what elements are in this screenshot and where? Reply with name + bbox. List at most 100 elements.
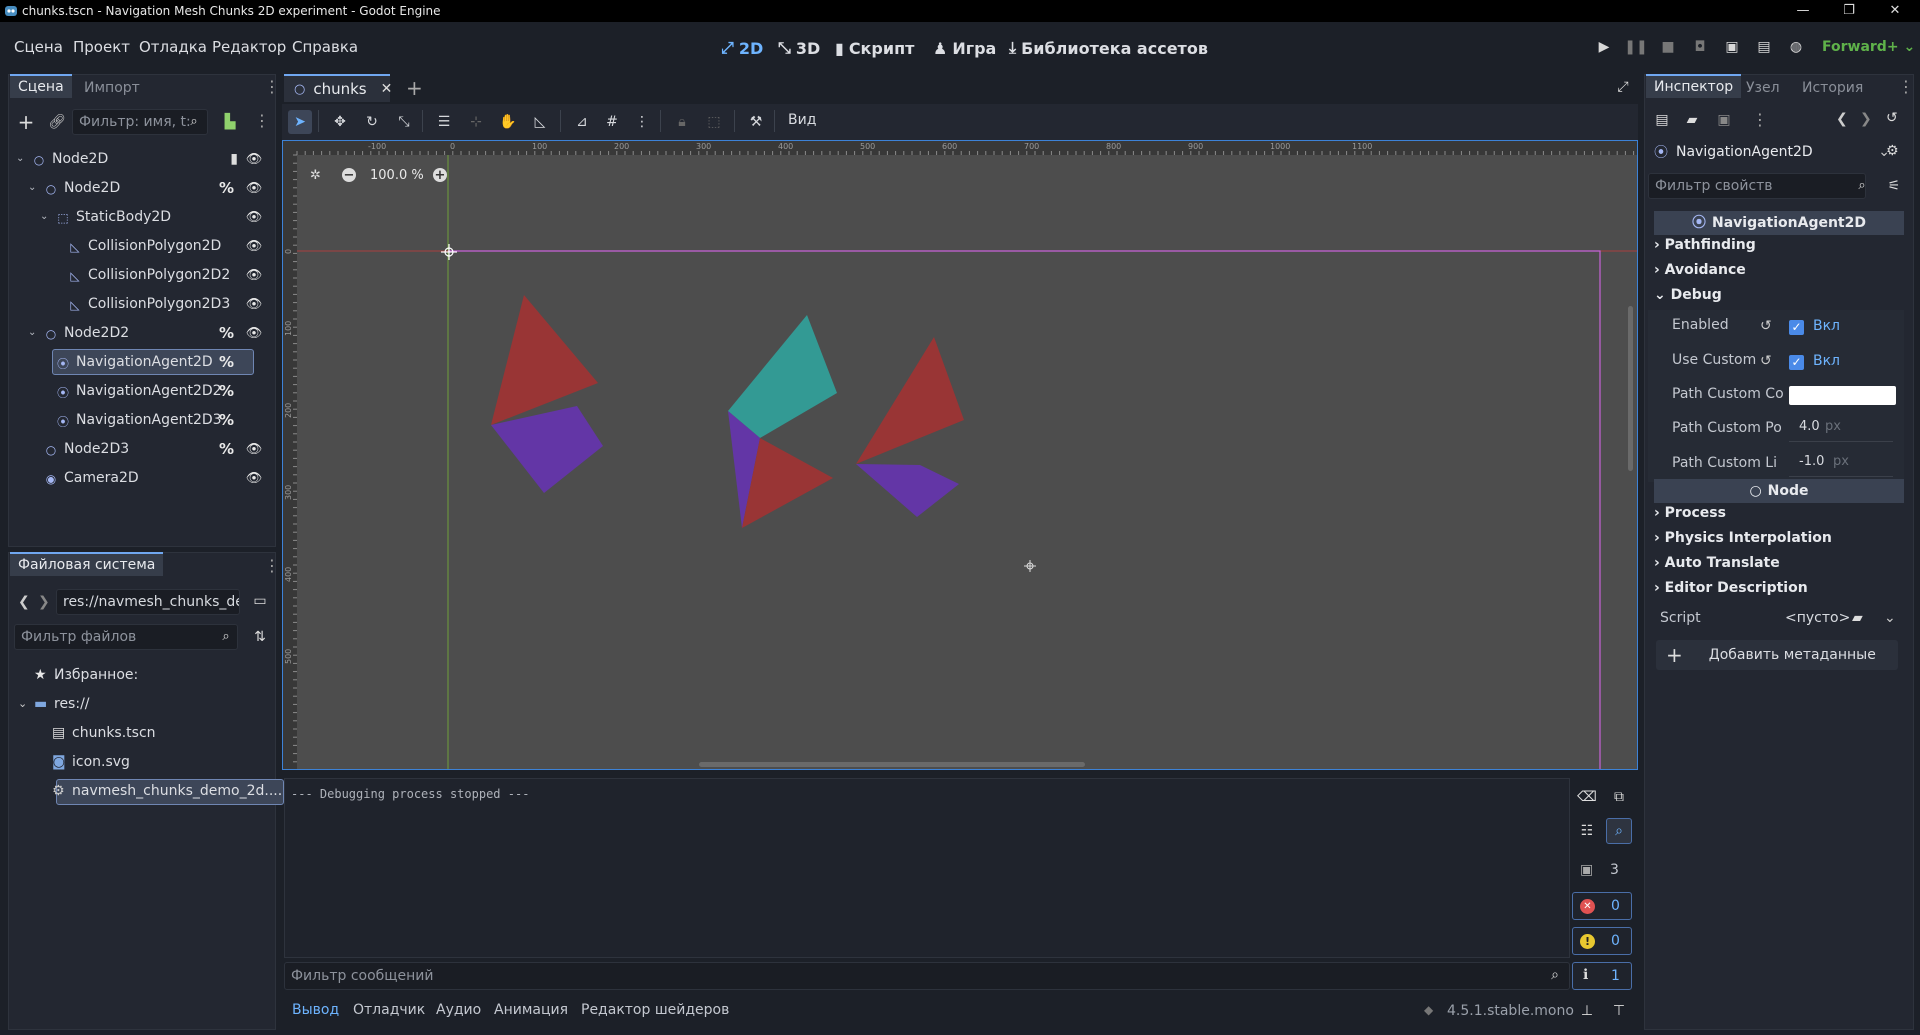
renderer-select[interactable]: Forward+ ⌄ <box>1822 39 1915 55</box>
menu-help[interactable]: Справка <box>292 38 358 56</box>
section-physics-interpolation[interactable]: › Physics Interpolation <box>1654 530 1900 552</box>
clear-output-button[interactable]: ⌫ <box>1576 786 1598 808</box>
add-node-button[interactable]: + <box>14 110 38 134</box>
bottom-tab-animation[interactable]: Анимация <box>494 1002 568 1018</box>
list-select-button[interactable]: ☰ <box>432 110 456 134</box>
path-color-swatch[interactable] <box>1789 386 1896 405</box>
section-avoidance[interactable]: › Avoidance <box>1654 262 1900 284</box>
tree-row[interactable]: ◺ CollisionPolygon2D2 👁︎ <box>8 261 274 290</box>
play-scene-button[interactable]: ▣ <box>1721 36 1743 58</box>
tab-import[interactable]: Импорт <box>76 76 148 100</box>
pivot-button[interactable]: ⊹ <box>464 110 488 134</box>
revert-icon[interactable]: ↺ <box>1760 318 1772 334</box>
tab-scene[interactable]: Сцена <box>10 74 72 98</box>
history-forward-icon[interactable]: ❯ <box>1860 111 1872 127</box>
tree-row[interactable]: ⦿ NavigationAgent2D2% <box>8 377 274 406</box>
file-row[interactable]: ◙ icon.svg <box>14 749 270 777</box>
smart-snap-button[interactable]: ⊿ <box>570 110 594 134</box>
pause-button[interactable]: ❚❚ <box>1624 36 1647 58</box>
inspector-extra-menu-icon[interactable]: ⋮ <box>1752 111 1768 129</box>
path-point-size-field[interactable]: 4.0 px <box>1789 414 1893 442</box>
workspace-game-tab[interactable]: ♟ Игра <box>933 36 996 60</box>
chevron-down-icon[interactable]: ⌄ <box>28 182 38 193</box>
file-row[interactable]: ★ Избранное: <box>14 662 270 690</box>
scale-mode-button[interactable]: ⤡ <box>392 110 416 134</box>
version-label[interactable]: 4.5.1.stable.mono <box>1447 1003 1574 1019</box>
tree-row[interactable]: ⦿ NavigationAgent2D3% <box>8 406 274 435</box>
filesystem-dock-menu-icon[interactable]: ⋮ <box>264 557 280 575</box>
tree-row[interactable]: ⦿ NavigationAgent2D% <box>8 348 274 377</box>
load-resource-button[interactable]: ▰ <box>1682 110 1702 130</box>
stop-button[interactable]: ■ <box>1657 36 1679 58</box>
path-field[interactable]: res://navmesh_chunks_de <box>56 589 240 615</box>
section-debug[interactable]: ⌄ Debug <box>1654 287 1900 309</box>
scene-dock-menu-icon[interactable]: ⋮ <box>264 78 280 96</box>
menu-debug[interactable]: Отладка <box>139 38 207 56</box>
workspace-3d-tab[interactable]: ⤡ 3D <box>778 36 820 60</box>
minimize-button[interactable]: — <box>1780 0 1826 22</box>
chevron-down-icon[interactable]: ⌄ <box>40 211 50 222</box>
eye-icon[interactable]: 👁︎ <box>246 268 263 283</box>
eye-icon[interactable]: 👁︎ <box>246 152 263 167</box>
tree-row[interactable]: ⌄ ○ Node2D2% 👁︎ <box>8 319 274 348</box>
bottom-tab-shader-editor[interactable]: Редактор шейдеров <box>581 1002 729 1018</box>
file-filter-input[interactable]: Фильтр файлов <box>14 624 238 650</box>
section-auto-translate[interactable]: › Auto Translate <box>1654 555 1900 577</box>
message-filter-input[interactable]: Фильтр сообщений <box>284 962 1570 990</box>
property-filter-input[interactable]: Фильтр свойств <box>1648 173 1866 199</box>
show-search-button[interactable]: ⌕ <box>1606 818 1632 844</box>
menu-editor[interactable]: Редактор <box>212 38 286 56</box>
eye-icon[interactable]: 👁︎ <box>246 210 263 225</box>
center-view-icon[interactable]: ✲ <box>310 168 321 183</box>
eye-icon[interactable]: 👁︎ <box>246 181 263 196</box>
tab-filesystem[interactable]: Файловая система <box>10 552 164 576</box>
movie-maker-button[interactable]: ◍ <box>1785 36 1807 58</box>
eye-icon[interactable]: 👁︎ <box>246 471 263 486</box>
sort-button[interactable]: ⇅ <box>250 627 270 647</box>
section-editor-description[interactable]: › Editor Description <box>1654 580 1900 602</box>
copy-output-button[interactable]: ⧉ <box>1608 786 1630 808</box>
section-process[interactable]: › Process <box>1654 505 1900 527</box>
eye-icon[interactable]: 👁︎ <box>246 297 263 312</box>
tree-row[interactable]: ⌄ ○ Node2D ▮ 👁︎ <box>8 145 274 174</box>
view-menu[interactable]: Вид <box>788 112 816 128</box>
path-line-width-field[interactable]: -1.0 px <box>1789 449 1893 477</box>
tree-row[interactable]: ◉ Camera2D 👁︎ <box>8 464 274 493</box>
workspace-script-tab[interactable]: ▮ Скрипт <box>835 36 914 60</box>
tree-row[interactable]: ○ Node2D3% 👁︎ <box>8 435 274 464</box>
group-button[interactable]: ⬚ <box>702 110 726 134</box>
tab-node[interactable]: Узел <box>1738 76 1788 100</box>
collapse-duplicates-button[interactable]: ☷ <box>1576 820 1598 842</box>
filter-info-button[interactable]: ℹ 1 <box>1572 962 1632 990</box>
instance-scene-button[interactable]: 🔗︎ <box>46 111 68 133</box>
scene-tab-chunks[interactable]: ○ chunks ✕ <box>284 74 392 102</box>
new-scene-tab-button[interactable]: + <box>406 76 423 100</box>
eye-icon[interactable]: 👁︎ <box>246 239 263 254</box>
snap-options-button[interactable]: ⋮ <box>630 110 654 134</box>
grid-snap-button[interactable]: # <box>600 110 624 134</box>
bottom-tab-audio[interactable]: Аудио <box>436 1002 481 1018</box>
chevron-down-icon[interactable]: ⌄ <box>18 697 27 710</box>
tree-row[interactable]: ◺ CollisionPolygon2D 👁︎ <box>8 232 274 261</box>
inspector-options-button[interactable]: ⚟ <box>1884 176 1904 196</box>
ruler-mode-button[interactable]: ◺ <box>528 110 552 134</box>
node-settings-icon[interactable]: ⚙ <box>1886 143 1899 159</box>
bottom-tab-debugger[interactable]: Отладчик <box>353 1002 425 1018</box>
distraction-free-button[interactable]: ⤢ <box>1614 78 1632 96</box>
tree-row[interactable]: ⌄ ⬚ StaticBody2D 👁︎ <box>8 203 274 232</box>
play-custom-scene-button[interactable]: ▤ <box>1753 36 1775 58</box>
play-button[interactable]: ▶ <box>1593 36 1615 58</box>
zoom-out-button[interactable]: − <box>342 168 356 183</box>
move-mode-button[interactable]: ✥ <box>328 110 352 134</box>
script-value[interactable]: <пусто> <box>1785 610 1850 626</box>
attach-script-button[interactable]: ▙ <box>219 111 241 133</box>
file-row[interactable]: ⚙ navmesh_chunks_demo_2d.... <box>14 778 284 806</box>
save-resource-button[interactable]: ▣ <box>1714 110 1734 130</box>
workspace-2d-tab[interactable]: ⤢ 2D <box>721 36 763 60</box>
canvas-viewport[interactable]: -100 0 100 200 300 400 500 600 700 800 900 1000 1100… <box>282 140 1638 770</box>
file-row[interactable]: ▤ chunks.tscn <box>14 720 270 748</box>
forward-icon[interactable]: ❯ <box>38 594 50 610</box>
script-icon[interactable]: ▮ <box>230 151 238 167</box>
chevron-down-icon[interactable]: ⌄ <box>1884 610 1896 626</box>
filter-errors-button[interactable]: ✕ 0 <box>1572 892 1632 920</box>
